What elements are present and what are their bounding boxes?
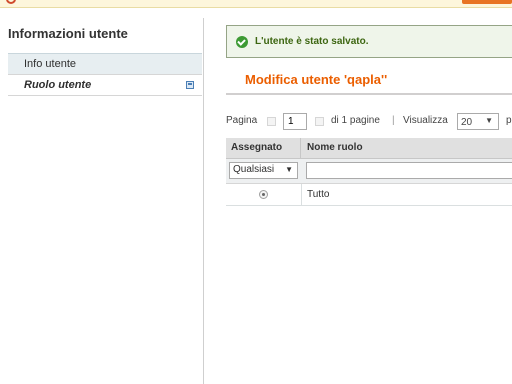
sidebar-title: Informazioni utente <box>8 26 128 41</box>
sidebar-item-label: Ruolo utente <box>24 79 92 91</box>
column-header-nome-ruolo[interactable]: Nome ruolo <box>302 138 363 158</box>
title-divider <box>226 93 512 95</box>
sidebar-item-label: Info utente <box>24 58 76 70</box>
sidebar-item-info-utente[interactable]: Info utente <box>8 53 202 75</box>
pager-of-pages: di 1 pagine <box>331 115 380 126</box>
grid-filter-row: Qualsiasi ▼ <box>226 159 512 184</box>
per-page-select[interactable]: 20 ▼ <box>457 113 499 130</box>
sidebar-tabs: Info utente Ruolo utente <box>8 53 202 96</box>
top-strip-button[interactable] <box>462 0 512 4</box>
warning-icon <box>6 0 16 4</box>
sidebar-divider <box>203 18 204 384</box>
success-check-icon <box>236 36 248 48</box>
pager-view-label: Visualizza <box>403 115 448 126</box>
assigned-radio[interactable] <box>259 190 268 199</box>
pager-trailing-text: p <box>506 115 512 126</box>
grid-header: Assegnato Nome ruolo <box>226 138 512 159</box>
role-name-cell: Tutto <box>307 189 330 200</box>
roles-grid: Assegnato Nome ruolo Qualsiasi ▼ Tutto <box>226 138 512 206</box>
pager: Pagina di 1 pagine | Visualizza 20 ▼ p <box>226 112 512 132</box>
chevron-down-icon: ▼ <box>485 116 493 125</box>
changed-icon <box>186 81 194 89</box>
prev-page-icon[interactable] <box>267 117 276 126</box>
pager-separator: | <box>392 115 395 126</box>
per-page-value: 20 <box>461 117 473 128</box>
chevron-down-icon: ▼ <box>285 165 293 174</box>
page-title: Modifica utente 'qapla'' <box>245 72 388 87</box>
column-divider <box>301 184 302 205</box>
top-message-strip <box>0 0 512 8</box>
sidebar: Informazioni utente Info utente Ruolo ut… <box>0 18 203 384</box>
success-message-text: L'utente è stato salvato. <box>255 36 369 47</box>
role-name-filter-input[interactable] <box>306 162 512 179</box>
assigned-filter-select[interactable]: Qualsiasi ▼ <box>229 162 298 179</box>
sidebar-item-ruolo-utente[interactable]: Ruolo utente <box>8 75 202 96</box>
column-header-assegnato[interactable]: Assegnato <box>226 138 301 158</box>
pager-page-label: Pagina <box>226 115 258 126</box>
assigned-filter-value: Qualsiasi <box>233 164 275 175</box>
next-page-icon[interactable] <box>315 117 324 126</box>
success-message: L'utente è stato salvato. <box>226 25 512 58</box>
table-row[interactable]: Tutto <box>226 184 512 206</box>
page-number-input[interactable] <box>283 113 307 130</box>
